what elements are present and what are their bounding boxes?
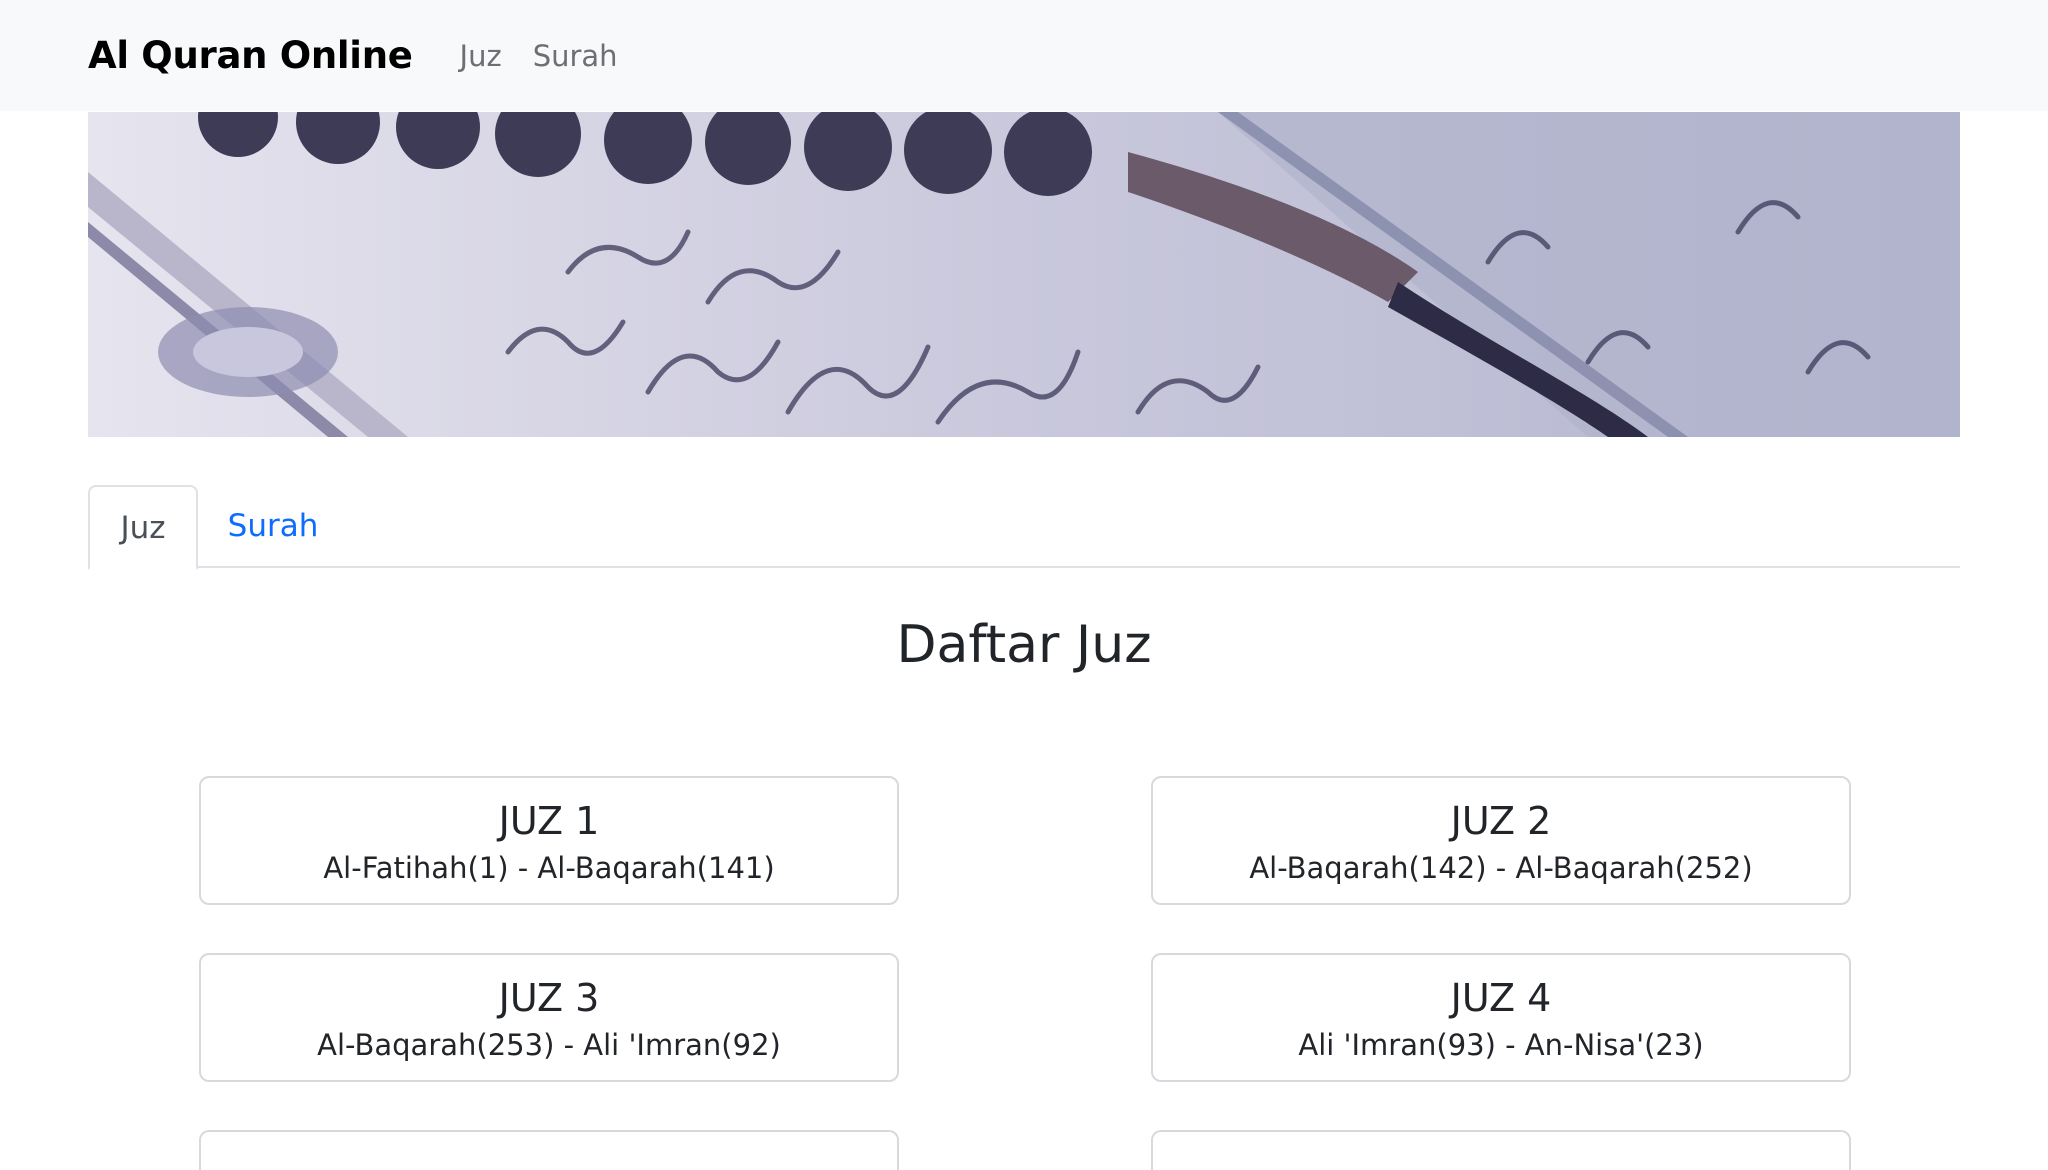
juz-card-2[interactable]: JUZ 2 Al-Baqarah(142) - Al-Baqarah(252) [1151, 776, 1851, 905]
juz-card-3[interactable]: JUZ 3 Al-Baqarah(253) - Ali 'Imran(92) [199, 953, 899, 1082]
juz-card-4[interactable]: JUZ 4 Ali 'Imran(93) - An-Nisa'(23) [1151, 953, 1851, 1082]
juz-title: JUZ 3 [498, 976, 600, 1020]
juz-range: Al-Baqarah(142) - Al-Baqarah(252) [1249, 851, 1753, 885]
top-navbar: Al Quran Online Juz Surah [0, 0, 2048, 111]
juz-card-1[interactable]: JUZ 1 Al-Fatihah(1) - Al-Baqarah(141) [199, 776, 899, 905]
hero-banner-image [88, 112, 1960, 437]
tab-juz[interactable]: Juz [88, 485, 198, 570]
juz-card-5-partial[interactable] [199, 1130, 899, 1170]
juz-card-6-partial[interactable] [1151, 1130, 1851, 1170]
juz-title: JUZ 2 [1450, 799, 1552, 843]
tab-surah[interactable]: Surah [198, 485, 348, 568]
page-title: Daftar Juz [896, 615, 1152, 675]
juz-surah-tabs: Juz Surah [88, 485, 1960, 570]
quran-beads-illustration [88, 112, 1960, 437]
juz-range: Al-Fatihah(1) - Al-Baqarah(141) [323, 851, 775, 885]
juz-range: Al-Baqarah(253) - Ali 'Imran(92) [317, 1028, 781, 1062]
juz-title: JUZ 1 [498, 799, 600, 843]
brand-link[interactable]: Al Quran Online [88, 34, 413, 77]
nav-link-surah[interactable]: Surah [533, 39, 618, 73]
juz-title: JUZ 4 [1450, 976, 1552, 1020]
juz-range: Ali 'Imran(93) - An-Nisa'(23) [1298, 1028, 1704, 1062]
nav-link-juz[interactable]: Juz [460, 39, 502, 73]
